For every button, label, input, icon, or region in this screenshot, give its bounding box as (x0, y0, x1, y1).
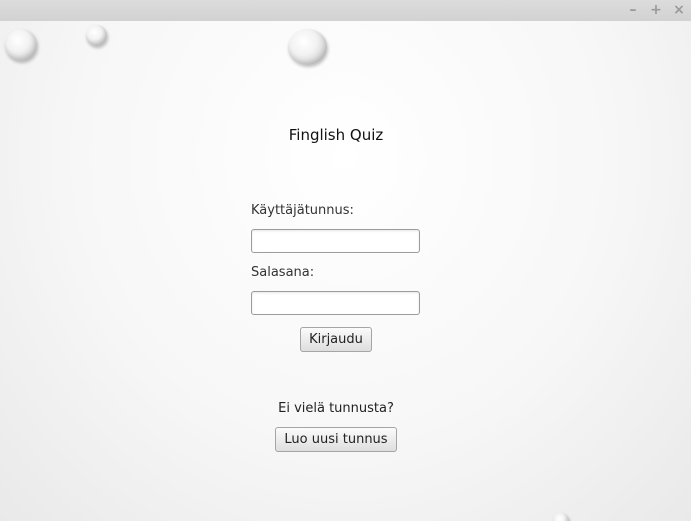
maximize-button[interactable]: + (648, 2, 664, 18)
password-label: Salasana: (251, 265, 315, 280)
no-account-text: Ei vielä tunnusta? (278, 401, 394, 416)
close-button[interactable]: × (671, 2, 687, 18)
password-field[interactable] (251, 291, 420, 315)
decorative-droplet (5, 29, 37, 61)
decorative-droplet (86, 25, 107, 46)
login-button[interactable]: Kirjaudu (300, 327, 372, 352)
username-field[interactable] (251, 229, 420, 253)
decorative-droplet (553, 513, 569, 521)
minimize-button[interactable]: – (625, 2, 641, 18)
app-window: – + × Finglish Quiz Käyttäjätunnus: Sala… (0, 0, 691, 521)
decorative-droplet (288, 29, 327, 65)
username-label: Käyttäjätunnus: (251, 203, 354, 218)
create-account-button[interactable]: Luo uusi tunnus (275, 427, 397, 452)
app-title: Finglish Quiz (288, 126, 384, 144)
title-bar: – + × (0, 0, 691, 21)
